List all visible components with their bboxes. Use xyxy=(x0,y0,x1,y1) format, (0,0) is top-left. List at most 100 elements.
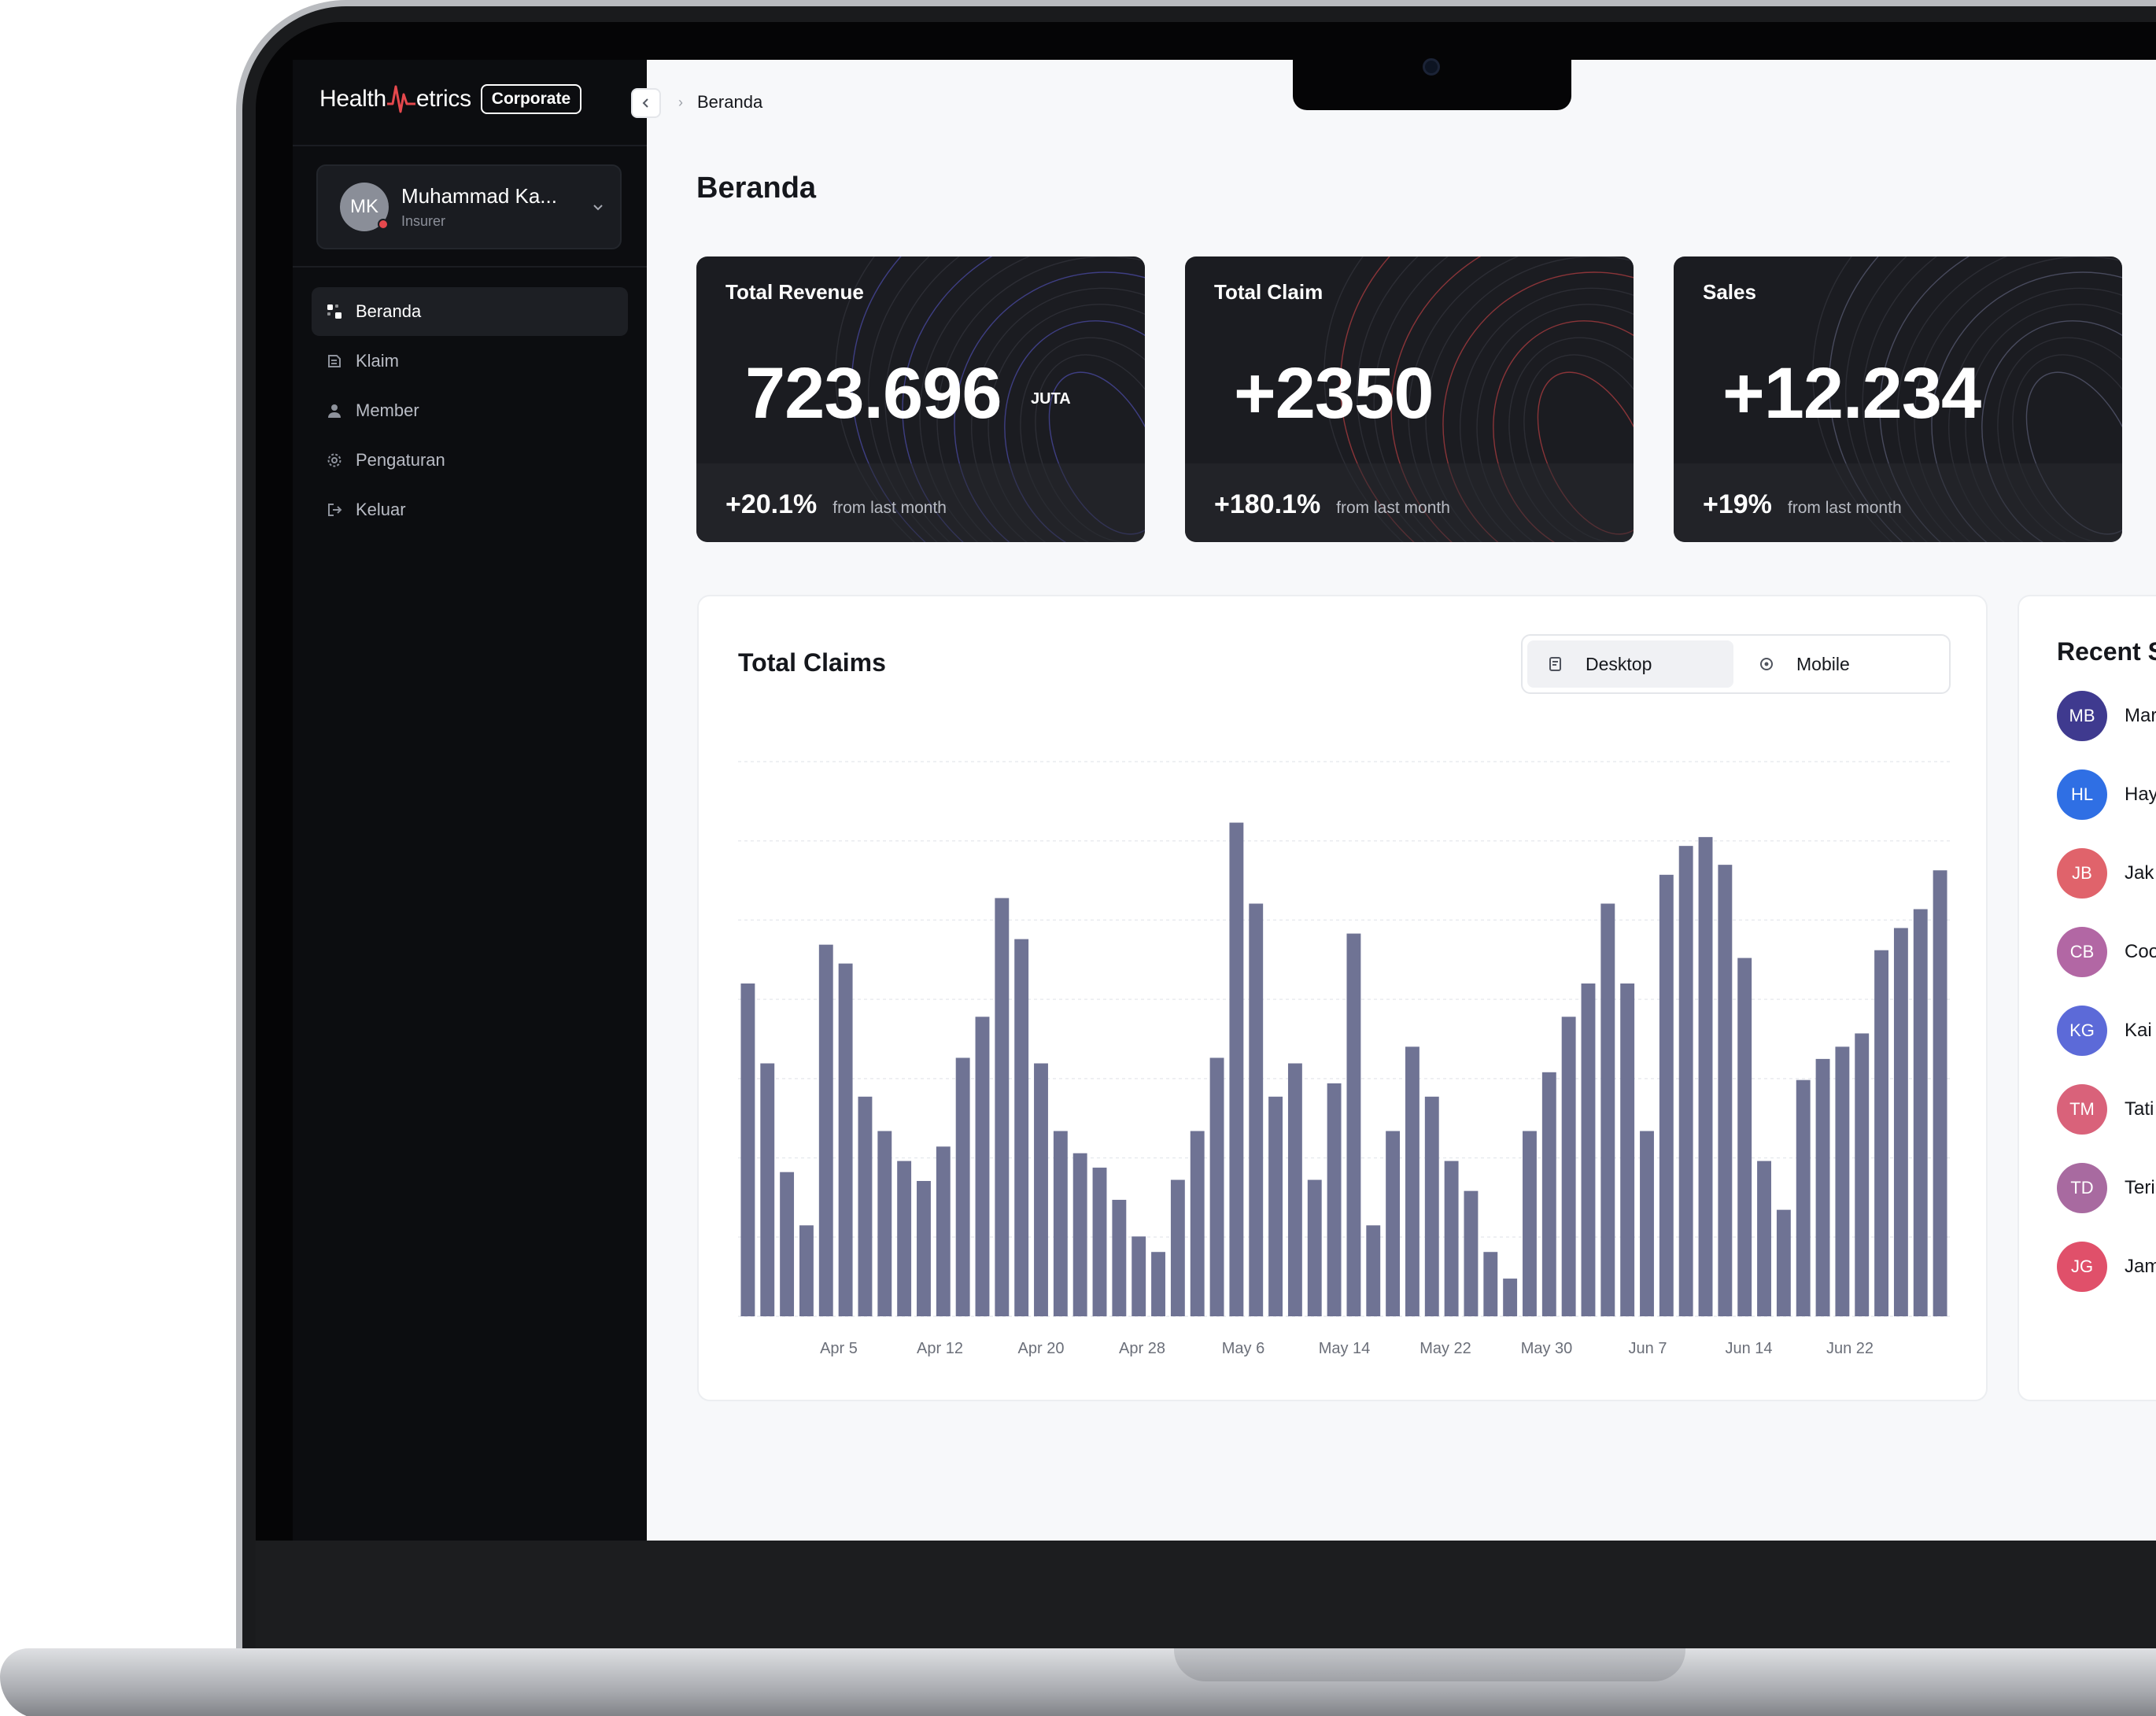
chart-bar[interactable] xyxy=(1776,1209,1791,1316)
list-item[interactable]: KG Kai xyxy=(2057,1006,2152,1056)
chart-bar[interactable] xyxy=(936,1146,951,1316)
chart-bar[interactable] xyxy=(1815,1058,1830,1316)
chart-bar[interactable] xyxy=(1581,983,1596,1316)
list-item[interactable]: CB Coo xyxy=(2057,927,2156,977)
sidebar-item-pengaturan[interactable]: Pengaturan xyxy=(312,436,628,485)
chart-bar[interactable] xyxy=(740,983,755,1316)
chart-bar[interactable] xyxy=(1835,1046,1850,1316)
chart-bar[interactable] xyxy=(1659,874,1674,1316)
sidebar-item-label: Member xyxy=(356,400,419,420)
chart-bar[interactable] xyxy=(1287,1063,1302,1316)
chart-bar[interactable] xyxy=(1190,1131,1205,1316)
chart-bar[interactable] xyxy=(1249,903,1264,1316)
chart-bar[interactable] xyxy=(1855,1033,1870,1316)
chart-bar[interactable] xyxy=(1268,1096,1283,1316)
chart-bar[interactable] xyxy=(1757,1161,1771,1316)
chart-bar[interactable] xyxy=(917,1180,931,1316)
toggle-mobile[interactable]: Mobile xyxy=(1738,640,1944,688)
user-switcher[interactable]: MK Muhammad Ka... Insurer xyxy=(316,164,622,249)
sidebar-item-klaim[interactable]: Klaim xyxy=(312,337,628,386)
chart-bar[interactable] xyxy=(1132,1236,1146,1316)
chart-bar[interactable] xyxy=(1620,983,1635,1316)
chart-bar[interactable] xyxy=(1874,950,1889,1316)
chart-bar[interactable] xyxy=(1523,1131,1537,1316)
chart-bar[interactable] xyxy=(1640,1131,1654,1316)
avatar-initials: MK xyxy=(350,196,378,217)
stat-change: +180.1% from last month xyxy=(1214,489,1450,520)
chart-bar[interactable] xyxy=(877,1131,892,1316)
chart-bar[interactable] xyxy=(1483,1252,1498,1316)
chart-bar[interactable] xyxy=(1933,870,1947,1316)
chart-bar[interactable] xyxy=(1053,1131,1068,1316)
chart-bar[interactable] xyxy=(1913,909,1928,1316)
chart-bar[interactable] xyxy=(995,898,1010,1316)
chart-bar[interactable] xyxy=(838,963,853,1316)
chart-bar[interactable] xyxy=(1327,1083,1342,1316)
logout-icon xyxy=(326,501,343,518)
gear-icon xyxy=(326,452,343,469)
chart-bar[interactable] xyxy=(1424,1096,1439,1316)
x-tick-label: Jun 7 xyxy=(1629,1340,1667,1357)
chart-bar[interactable] xyxy=(1678,846,1693,1316)
brand-logo[interactable]: Health etrics Corporate xyxy=(319,82,582,116)
chart-bar[interactable] xyxy=(1464,1190,1479,1316)
chart-bar[interactable] xyxy=(955,1057,970,1316)
sidebar-item-beranda[interactable]: Beranda xyxy=(312,287,628,336)
chart-bar[interactable] xyxy=(1893,928,1908,1317)
chart-bar[interactable] xyxy=(1209,1057,1224,1316)
page-title: Beranda xyxy=(696,172,817,205)
user-role: Insurer xyxy=(401,213,446,229)
chart-bar[interactable] xyxy=(1503,1279,1518,1316)
chart-bar[interactable] xyxy=(1112,1199,1127,1316)
chart-bar[interactable] xyxy=(1014,939,1029,1316)
user-name: Muhammad Ka... xyxy=(401,184,557,208)
list-item[interactable]: MB Mar xyxy=(2057,691,2156,741)
desktop-icon xyxy=(1549,657,1561,671)
customer-name: Coo xyxy=(2125,941,2156,962)
chart-bar[interactable] xyxy=(1151,1252,1165,1316)
chart-bar[interactable] xyxy=(1737,958,1752,1316)
laptop-chin xyxy=(256,1541,2156,1651)
chart-bar[interactable] xyxy=(1229,822,1244,1316)
chart-bar[interactable] xyxy=(780,1172,795,1316)
list-item[interactable]: JB Jak xyxy=(2057,848,2154,899)
sidebar-item-member[interactable]: Member xyxy=(312,386,628,435)
chart-bar[interactable] xyxy=(1072,1153,1087,1316)
stat-change-value: +20.1% xyxy=(725,489,818,519)
chart-bar[interactable] xyxy=(1718,865,1733,1316)
laptop-base xyxy=(0,1648,2156,1716)
chart-bar[interactable] xyxy=(799,1225,814,1316)
breadcrumb-current[interactable]: Beranda xyxy=(697,92,762,113)
chart-bar[interactable] xyxy=(1034,1063,1048,1316)
chart-bar[interactable] xyxy=(1386,1131,1401,1316)
brand-name-right: etrics xyxy=(415,86,471,112)
chart-bar[interactable] xyxy=(1541,1072,1556,1316)
chart-bar[interactable] xyxy=(975,1017,990,1316)
toggle-desktop[interactable]: Desktop xyxy=(1527,640,1733,688)
chart-bar[interactable] xyxy=(1307,1179,1322,1316)
breadcrumb: › Beranda xyxy=(678,87,762,118)
chart-bar[interactable] xyxy=(1698,836,1713,1316)
x-tick-label: Apr 28 xyxy=(1119,1340,1165,1357)
list-item[interactable]: TM Tati xyxy=(2057,1084,2154,1135)
chart-bar[interactable] xyxy=(858,1096,873,1316)
plan-badge: Corporate xyxy=(480,84,582,114)
chart-bar[interactable] xyxy=(1366,1225,1381,1316)
chart-bar[interactable] xyxy=(818,944,833,1316)
chart-bar[interactable] xyxy=(897,1161,912,1316)
sidebar-item-keluar[interactable]: Keluar xyxy=(312,485,628,534)
chart-bar[interactable] xyxy=(1346,933,1361,1316)
list-item[interactable]: HL Hay xyxy=(2057,769,2156,820)
chart-bar[interactable] xyxy=(760,1063,775,1316)
chart-bar[interactable] xyxy=(1600,903,1615,1316)
chart-bar[interactable] xyxy=(1561,1017,1576,1316)
chart-bar[interactable] xyxy=(1444,1161,1459,1316)
collapse-sidebar-button[interactable] xyxy=(631,88,661,118)
device-toggle: Desktop Mobile xyxy=(1521,634,1951,694)
chart-bar[interactable] xyxy=(1796,1079,1811,1316)
chart-bar[interactable] xyxy=(1170,1179,1185,1316)
chart-bar[interactable] xyxy=(1405,1046,1419,1316)
list-item[interactable]: TD Teri xyxy=(2057,1163,2155,1213)
chart-bar[interactable] xyxy=(1092,1168,1107,1316)
list-item[interactable]: JG Jam xyxy=(2057,1242,2156,1292)
